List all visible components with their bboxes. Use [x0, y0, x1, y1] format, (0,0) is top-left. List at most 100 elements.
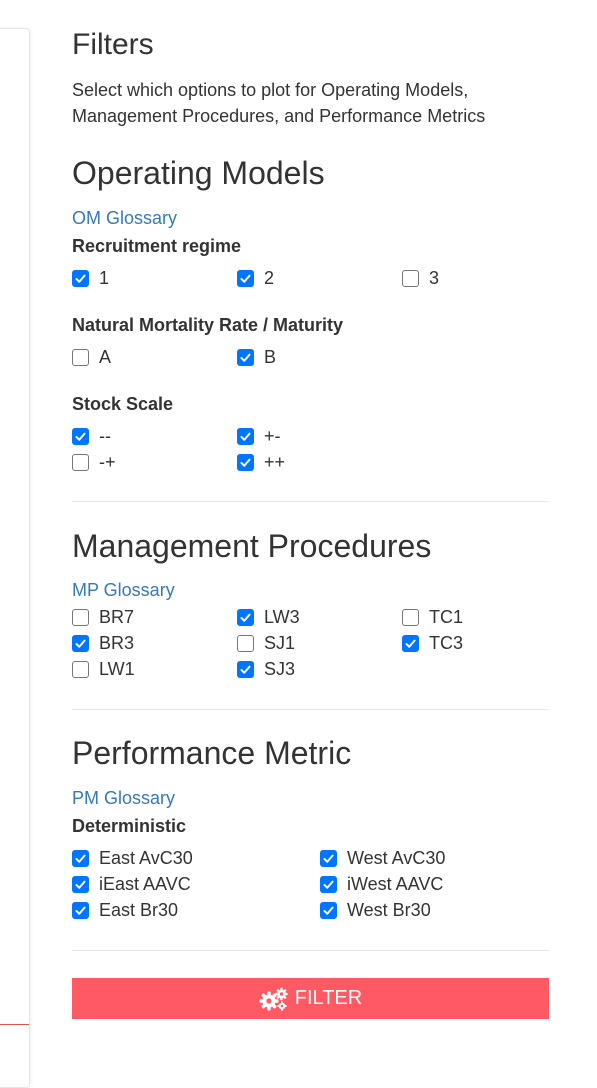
checkbox-label: SJ3 [264, 658, 296, 679]
checkbox-box[interactable] [402, 634, 419, 652]
checkbox-mp-lw1[interactable]: LW1 [72, 659, 135, 679]
checkbox-box[interactable] [402, 269, 419, 287]
side-panel [0, 28, 30, 1088]
filter-button[interactable]: FILTER [72, 978, 549, 1019]
checkbox-stock-minus-minus[interactable]: -- [72, 426, 111, 446]
filters-description: Select which options to plot for Operati… [72, 80, 486, 126]
checkbox-mortality-a[interactable]: A [72, 347, 111, 367]
checkbox-box[interactable] [72, 901, 89, 919]
deterministic-label: Deterministic [72, 816, 187, 836]
checkbox-label: A [99, 346, 112, 367]
checkbox-label: East AvC30 [99, 847, 193, 868]
recruitment-regime-label: Recruitment regime [72, 236, 242, 256]
checkbox-box[interactable] [237, 634, 254, 652]
checkbox-label: TC1 [429, 606, 464, 627]
checkmark-icon [405, 639, 416, 648]
checkbox-label: LW3 [264, 606, 300, 627]
checkbox-box[interactable] [72, 348, 89, 366]
divider [72, 709, 549, 710]
checkmark-icon [75, 880, 86, 889]
checkbox-box[interactable] [320, 849, 337, 867]
checkmark-icon [75, 432, 86, 441]
checkbox-label: -- [99, 425, 111, 446]
checkbox-label: iEast AAVC [99, 873, 191, 894]
checkbox-mp-tc1[interactable]: TC1 [402, 607, 463, 627]
checkbox-box[interactable] [237, 427, 254, 445]
checkmark-icon [75, 854, 86, 863]
checkbox-recruitment-3[interactable]: 3 [402, 268, 439, 288]
checkmark-icon [240, 458, 251, 467]
checkbox-recruitment-2[interactable]: 2 [237, 268, 274, 288]
mp-title: Management Procedures [72, 528, 432, 564]
checkbox-mp-tc3[interactable]: TC3 [402, 633, 463, 653]
checkbox-box[interactable] [237, 269, 254, 287]
checkbox-pm-west-br30[interactable]: West Br30 [320, 900, 431, 920]
checkbox-mp-br3[interactable]: BR3 [72, 633, 134, 653]
checkmark-icon [240, 665, 251, 674]
checkbox-label: SJ1 [264, 632, 296, 653]
checkbox-label: B [264, 346, 277, 367]
checkbox-label: West AvC30 [347, 847, 446, 868]
panel-divider [0, 1024, 29, 1025]
checkbox-pm-west-avc30[interactable]: West AvC30 [320, 848, 445, 868]
checkmark-icon [323, 906, 334, 915]
om-glossary-link[interactable]: OM Glossary [72, 208, 177, 229]
checkbox-label: ++ [264, 451, 286, 472]
checkbox-pm-iwest-aavc[interactable]: iWest AAVC [320, 874, 443, 894]
divider [72, 501, 549, 502]
checkbox-box[interactable] [72, 427, 89, 445]
checkbox-stock-plus-minus[interactable]: +- [237, 426, 281, 446]
cogs-icon [259, 987, 288, 1011]
checkbox-label: 2 [264, 267, 275, 288]
checkbox-mp-sj1[interactable]: SJ1 [237, 633, 295, 653]
checkbox-box[interactable] [72, 634, 89, 652]
checkmark-icon [240, 353, 251, 362]
checkbox-label: BR7 [99, 606, 135, 627]
stock-scale-label: Stock Scale [72, 394, 174, 414]
checkmark-icon [75, 639, 86, 648]
checkbox-label: -+ [99, 451, 116, 472]
checkbox-pm-east-avc30[interactable]: East AvC30 [72, 848, 193, 868]
checkbox-label: +- [264, 425, 281, 446]
checkbox-stock-plus-plus[interactable]: ++ [237, 452, 285, 472]
checkbox-stock-minus-plus[interactable]: -+ [72, 452, 116, 472]
pm-title: Performance Metric [72, 735, 352, 771]
checkbox-label: LW1 [99, 658, 135, 679]
checkbox-label: TC3 [429, 632, 464, 653]
checkbox-box[interactable] [72, 453, 89, 471]
checkbox-box[interactable] [237, 453, 254, 471]
filter-button-label: FILTER [294, 987, 363, 1009]
checkbox-label: East Br30 [99, 899, 179, 920]
checkbox-box[interactable] [320, 901, 337, 919]
checkbox-box[interactable] [320, 875, 337, 893]
checkbox-box[interactable] [72, 660, 89, 678]
checkbox-box[interactable] [72, 608, 89, 626]
checkbox-box[interactable] [402, 608, 419, 626]
checkbox-mp-br7[interactable]: BR7 [72, 607, 134, 627]
mp-glossary-link[interactable]: MP Glossary [72, 580, 175, 601]
checkbox-mp-sj3[interactable]: SJ3 [237, 659, 295, 679]
checkbox-box[interactable] [237, 608, 254, 626]
checkbox-mp-lw3[interactable]: LW3 [237, 607, 300, 627]
checkbox-box[interactable] [72, 269, 89, 287]
checkbox-recruitment-1[interactable]: 1 [72, 268, 109, 288]
checkbox-label: BR3 [99, 632, 135, 653]
checkbox-mortality-b[interactable]: B [237, 347, 276, 367]
checkbox-box[interactable] [72, 875, 89, 893]
checkbox-box[interactable] [237, 348, 254, 366]
pm-glossary-link[interactable]: PM Glossary [72, 788, 175, 809]
checkbox-label: 1 [99, 267, 110, 288]
divider [72, 950, 549, 951]
checkbox-box[interactable] [237, 660, 254, 678]
checkmark-icon [75, 906, 86, 915]
checkmark-icon [240, 432, 251, 441]
checkbox-label: West Br30 [347, 899, 431, 920]
checkmark-icon [323, 880, 334, 889]
mortality-maturity-label: Natural Mortality Rate / Maturity [72, 315, 344, 335]
checkbox-pm-ieast-aavc[interactable]: iEast AAVC [72, 874, 191, 894]
filters-title: Filters [72, 28, 154, 61]
checkmark-icon [240, 274, 251, 283]
checkbox-pm-east-br30[interactable]: East Br30 [72, 900, 178, 920]
om-title: Operating Models [72, 155, 325, 191]
checkbox-box[interactable] [72, 849, 89, 867]
